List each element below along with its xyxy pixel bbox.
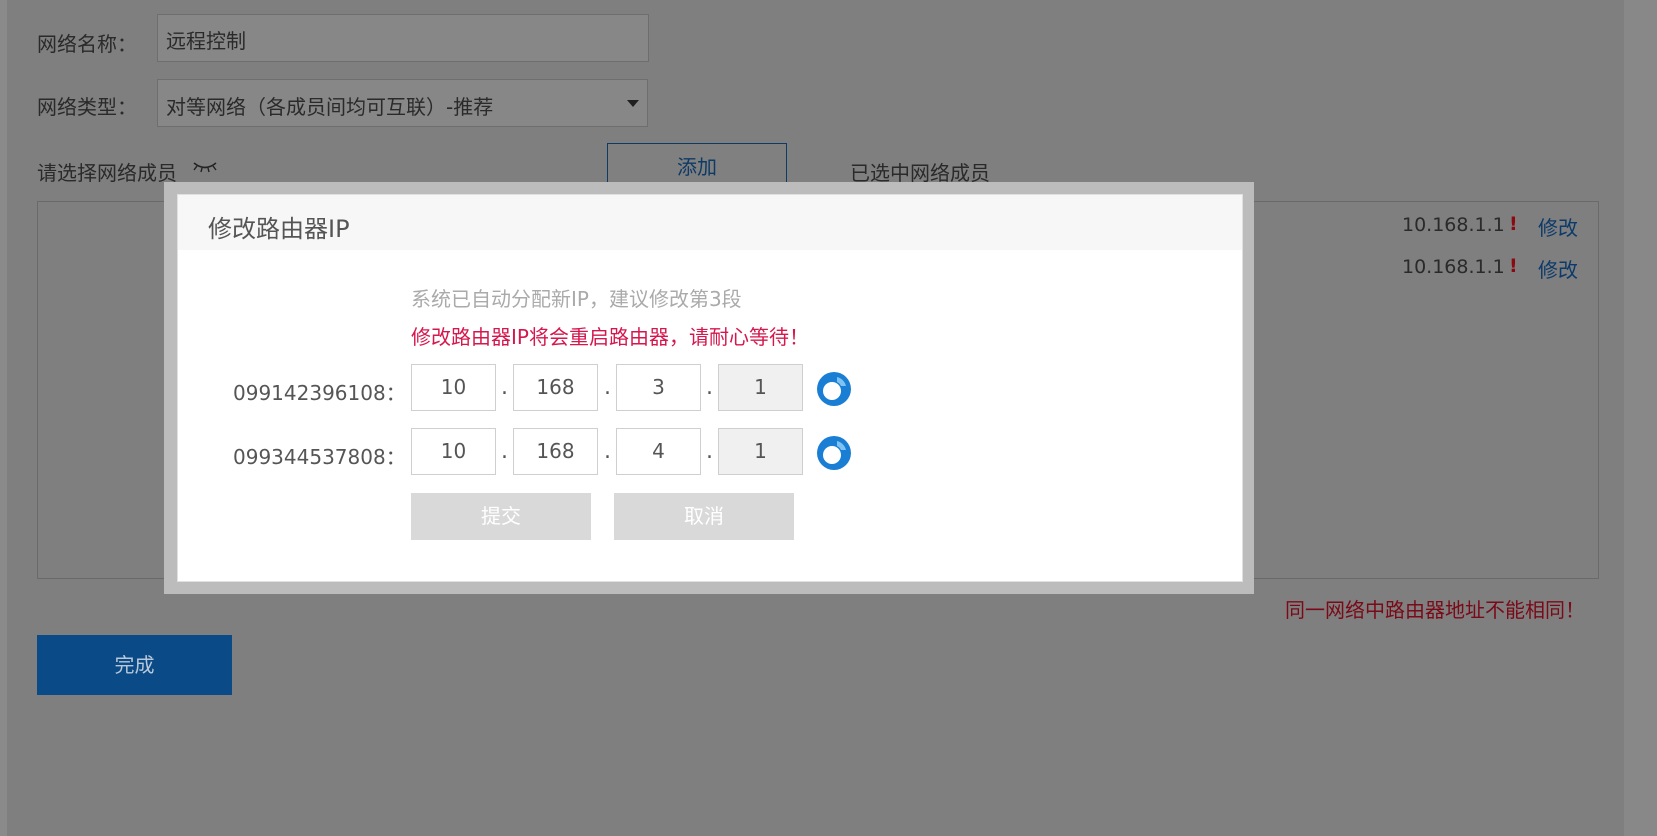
network-name-input[interactable]: 远程控制 bbox=[157, 14, 649, 62]
ip-octet-1-input[interactable]: 10 bbox=[411, 428, 496, 475]
ip-dot: . bbox=[706, 439, 713, 464]
done-button[interactable]: 完成 bbox=[37, 635, 232, 695]
edit-member-link[interactable]: 修改 bbox=[1538, 254, 1578, 283]
network-type-select[interactable]: 对等网络（各成员间均可互联）-推荐 bbox=[157, 79, 648, 127]
network-type-label: 网络类型： bbox=[37, 95, 137, 119]
ip-octet-4-readonly: 1 bbox=[718, 428, 803, 475]
router-id-label: 099344537808： bbox=[233, 445, 406, 469]
network-name-label: 网络名称： bbox=[37, 32, 137, 56]
page-scrollbar-area[interactable] bbox=[1624, 0, 1657, 836]
submit-button[interactable]: 提交 bbox=[411, 493, 591, 540]
ip-dot: . bbox=[706, 375, 713, 400]
edit-member-link[interactable]: 修改 bbox=[1538, 212, 1578, 241]
dialog-title: 修改路由器IP bbox=[208, 215, 350, 243]
ip-octet-2-input[interactable]: 168 bbox=[513, 428, 598, 475]
choose-members-label: 请选择网络成员 bbox=[37, 161, 177, 185]
restart-warning: 修改路由器IP将会重启路由器，请耐心等待！ bbox=[411, 325, 809, 349]
page-edge-left bbox=[0, 0, 7, 836]
ip-octet-3-input[interactable]: 4 bbox=[616, 428, 701, 475]
chevron-down-icon bbox=[627, 100, 639, 107]
edit-router-ip-dialog: 修改路由器IP 系统已自动分配新IP，建议修改第3段 修改路由器IP将会重启路由… bbox=[177, 194, 1243, 582]
ip-dot: . bbox=[501, 375, 508, 400]
refresh-icon[interactable] bbox=[816, 435, 852, 471]
eye-closed-icon[interactable] bbox=[192, 160, 218, 174]
network-type-value: 对等网络（各成员间均可互联）-推荐 bbox=[166, 95, 494, 119]
warning-mark: ! bbox=[1509, 255, 1518, 277]
ip-octet-2-input[interactable]: 168 bbox=[513, 364, 598, 411]
duplicate-address-warning: 同一网络中路由器地址不能相同！ bbox=[1285, 598, 1585, 622]
ip-dot: . bbox=[604, 375, 611, 400]
member-ip: 10.168.1.1 bbox=[1402, 214, 1505, 236]
dialog-header: 修改路由器IP bbox=[178, 195, 1242, 250]
ip-octet-1-input[interactable]: 10 bbox=[411, 364, 496, 411]
cancel-button[interactable]: 取消 bbox=[614, 493, 794, 540]
router-id-label: 099142396108： bbox=[233, 381, 406, 405]
ip-octet-4-readonly: 1 bbox=[718, 364, 803, 411]
auto-assign-hint: 系统已自动分配新IP，建议修改第3段 bbox=[411, 287, 742, 311]
warning-mark: ! bbox=[1509, 213, 1518, 235]
ip-octet-3-input[interactable]: 3 bbox=[616, 364, 701, 411]
member-ip: 10.168.1.1 bbox=[1402, 256, 1505, 278]
ip-dot: . bbox=[604, 439, 611, 464]
ip-dot: . bbox=[501, 439, 508, 464]
refresh-icon[interactable] bbox=[816, 371, 852, 407]
